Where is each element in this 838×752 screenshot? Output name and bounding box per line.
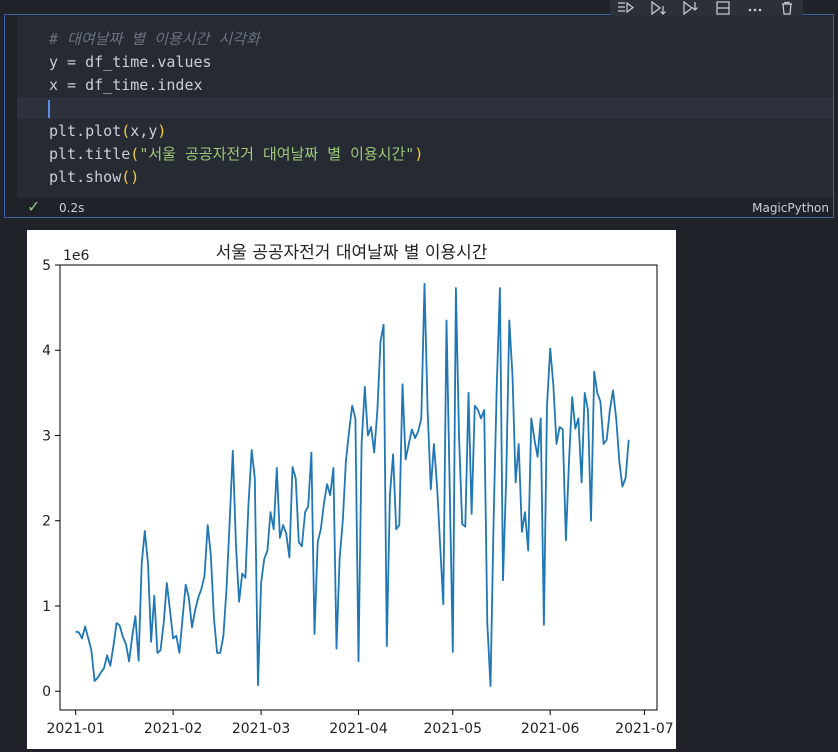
code-token: df_time.values — [85, 53, 212, 71]
more-actions-button[interactable] — [744, 1, 766, 15]
run-above-icon — [618, 1, 635, 14]
y-axis: 012345 — [42, 258, 60, 700]
code-line-2[interactable]: y = df_time.values — [49, 51, 212, 74]
run-cell-icon — [683, 1, 699, 15]
code-line-3[interactable]: x = df_time.index — [49, 74, 203, 97]
delete-cell-button[interactable] — [776, 1, 798, 15]
code-token: ) — [130, 168, 140, 186]
series-line — [75, 282, 630, 688]
x-tick-label: 2021-01 — [46, 721, 105, 737]
chart-title: 서울 공공자전거 대여날짜 별 이용시간 — [215, 243, 488, 263]
x-tick-label: 2021-05 — [424, 721, 483, 737]
y-tick-label: 1 — [42, 599, 51, 615]
notebook-code-cell[interactable]: # 대여날짜 별 이용시간 시각화 y = df_time.values x =… — [4, 14, 834, 218]
code-token: ) — [157, 122, 167, 140]
execute-above-cells-button[interactable] — [615, 1, 637, 15]
cell-toolbar — [610, 0, 803, 16]
x-tick-label: 2021-06 — [521, 721, 580, 737]
line-chart: 012345 2021-01 2021-02 2021-03 2021-04 2021-… — [42, 248, 674, 737]
code-token: x,y — [130, 122, 158, 140]
code-token: plt.title — [49, 145, 131, 163]
code-token: ) — [414, 145, 424, 163]
split-icon — [715, 1, 730, 15]
code-token: plt.show — [49, 168, 122, 186]
code-editor[interactable]: # 대여날짜 별 이용시간 시각화 y = df_time.values x =… — [17, 16, 833, 198]
x-tick-label: 2021-03 — [232, 721, 291, 737]
run-below-icon — [651, 1, 667, 15]
text-cursor — [48, 100, 50, 118]
cell-language-label[interactable]: MagicPython — [752, 201, 829, 215]
x-axis: 2021-01 2021-02 2021-03 2021-04 2021-05 2021-… — [46, 710, 674, 737]
y-tick-label: 4 — [42, 343, 51, 359]
code-line-5[interactable]: plt.plot(x,y) — [49, 120, 166, 143]
output-figure: 012345 2021-01 2021-02 2021-03 2021-04 2021-… — [27, 230, 676, 749]
execution-success-icon: ✓ — [27, 197, 41, 216]
code-line-1[interactable]: # 대여날짜 별 이용시간 시각화 — [49, 28, 260, 51]
trash-icon — [781, 1, 792, 15]
code-token: ( — [130, 145, 140, 163]
code-token: ( — [121, 122, 131, 140]
execution-time: 0.2s — [59, 201, 85, 215]
current-line-highlight — [17, 97, 833, 119]
y-tick-label: 2 — [42, 514, 51, 530]
code-token: = — [58, 76, 86, 94]
split-cell-button[interactable] — [712, 1, 734, 15]
x-tick-label: 2021-04 — [329, 721, 388, 737]
code-token: = — [58, 53, 86, 71]
x-tick-label: 2021-07 — [615, 721, 674, 737]
code-comment: # 대여날짜 별 이용시간 시각화 — [49, 30, 260, 48]
code-token: x — [49, 76, 59, 94]
ellipsis-icon — [748, 8, 762, 12]
code-token: y — [49, 53, 59, 71]
y-tick-label: 0 — [42, 684, 51, 700]
x-tick-label: 2021-02 — [144, 721, 203, 737]
code-token: df_time.index — [85, 76, 203, 94]
execute-cell-button[interactable] — [679, 1, 701, 15]
execute-cell-and-below-button[interactable] — [647, 1, 669, 15]
code-string: "서울 공공자전거 대여날짜 별 이용시간" — [139, 145, 415, 163]
code-line-7[interactable]: plt.show() — [49, 166, 139, 189]
code-token: plt.plot — [49, 122, 122, 140]
code-line-6[interactable]: plt.title("서울 공공자전거 대여날짜 별 이용시간") — [49, 143, 423, 166]
code-token: ( — [121, 168, 131, 186]
y-tick-label: 3 — [42, 428, 51, 444]
